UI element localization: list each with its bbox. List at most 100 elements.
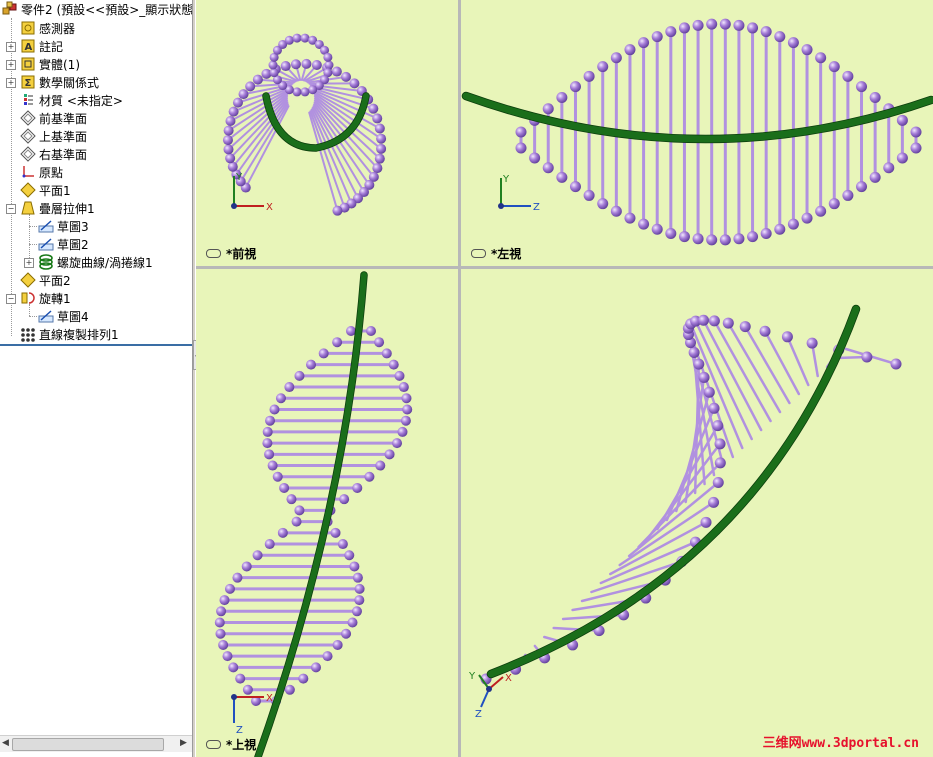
- left-view-model[interactable]: ZY: [461, 0, 933, 266]
- sphere: [714, 457, 726, 469]
- sphere: [542, 162, 554, 174]
- sphere: [216, 606, 227, 617]
- front-view-model[interactable]: XY: [196, 0, 458, 266]
- tree-item-annotations[interactable]: A 註記: [20, 37, 63, 55]
- sphere: [374, 123, 385, 134]
- sphere: [583, 70, 595, 82]
- sphere: [284, 684, 295, 695]
- triad-origin: [498, 203, 504, 209]
- sphere: [215, 628, 226, 639]
- plane-icon: [20, 110, 36, 126]
- plane-icon: [20, 146, 36, 162]
- sphere: [733, 233, 745, 245]
- linear-pattern-icon: [20, 326, 36, 342]
- sphere: [678, 22, 690, 34]
- tree-item-right-plane[interactable]: 右基準面: [20, 145, 87, 163]
- expand-toggle[interactable]: +: [6, 60, 16, 70]
- rollback-bar[interactable]: [0, 344, 192, 346]
- sphere: [262, 426, 273, 437]
- tree-item-label: 註記: [39, 39, 64, 54]
- viewport-isometric[interactable]: Y X Z: [461, 269, 933, 757]
- tree-item-helix1[interactable]: 螺旋曲線/渦捲線1: [38, 253, 153, 271]
- sphere: [815, 52, 827, 64]
- rod: [763, 329, 801, 396]
- tree-item-sketch3[interactable]: 草圖3: [38, 217, 89, 235]
- expand-toggle[interactable]: +: [6, 42, 16, 52]
- sphere: [292, 33, 302, 43]
- viewport-left[interactable]: ZY *左視: [461, 0, 933, 266]
- top-view-model[interactable]: XZ: [196, 269, 458, 757]
- isometric-view-model[interactable]: Y X Z: [461, 269, 933, 757]
- panel-splitter[interactable]: [193, 0, 195, 757]
- tree-item-origin[interactable]: 原點: [20, 163, 63, 181]
- tree-root-part[interactable]: 零件2 (預設<<預設>_顯示狀態: [2, 0, 192, 18]
- tree-item-label: 平面1: [39, 183, 71, 198]
- sphere: [332, 639, 343, 650]
- axis-z-label: Z: [236, 725, 243, 736]
- axis-x-label: X: [266, 202, 273, 213]
- sphere: [869, 92, 881, 104]
- rod: [609, 521, 708, 576]
- viewport-divider-horizontal[interactable]: [196, 266, 933, 269]
- expand-toggle[interactable]: +: [24, 258, 34, 268]
- view-label-front: *前視: [206, 245, 256, 262]
- tree-item-label: 旋轉1: [39, 291, 71, 306]
- view-name: *上視: [226, 738, 257, 752]
- tree-item-label: 草圖2: [57, 237, 89, 252]
- sphere: [318, 348, 329, 359]
- tree-item-plane2[interactable]: 平面2: [20, 271, 71, 289]
- sphere: [372, 113, 383, 124]
- collapse-toggle[interactable]: −: [6, 204, 16, 214]
- expand-toggle[interactable]: +: [6, 78, 16, 88]
- sphere: [688, 347, 700, 359]
- sphere: [262, 438, 273, 449]
- viewport-top[interactable]: XZ *上視: [196, 269, 458, 757]
- tree-item-sensors[interactable]: 感測器: [20, 19, 75, 37]
- sphere: [624, 212, 636, 224]
- tree-item-front-plane[interactable]: 前基準面: [20, 109, 87, 127]
- sphere: [610, 52, 622, 64]
- equations-icon: Σ: [20, 74, 36, 90]
- rod: [713, 319, 772, 423]
- tree-item-loft1[interactable]: 疊層拉伸1: [20, 199, 95, 217]
- sphere: [301, 58, 312, 69]
- tree-item-material[interactable]: 材質 <未指定>: [20, 91, 123, 109]
- tree-horizontal-scrollbar[interactable]: ◀ ▶: [0, 735, 192, 752]
- sphere: [374, 337, 385, 348]
- tree-item-plane1[interactable]: 平面1: [20, 181, 71, 199]
- helix-curve: [255, 272, 367, 757]
- sphere: [698, 314, 710, 326]
- sphere: [245, 81, 256, 92]
- sphere: [651, 31, 663, 43]
- tree-item-linear-pattern1[interactable]: 直線複製排列1: [20, 325, 119, 343]
- scroll-right-arrow-icon[interactable]: ▶: [180, 738, 187, 748]
- tree-item-top-plane[interactable]: 上基準面: [20, 127, 87, 145]
- sphere: [228, 662, 239, 673]
- sphere: [269, 68, 279, 78]
- tree-item-equations[interactable]: Σ 數學關係式: [20, 73, 99, 91]
- sphere: [310, 662, 321, 673]
- collapse-toggle[interactable]: −: [6, 294, 16, 304]
- scroll-left-arrow-icon[interactable]: ◀: [2, 738, 9, 748]
- sphere: [300, 33, 310, 43]
- tree-item-revolve1[interactable]: 旋轉1: [20, 289, 71, 307]
- sphere: [712, 420, 724, 432]
- sphere: [381, 348, 392, 359]
- scrollbar-thumb[interactable]: [12, 738, 164, 751]
- link-views-icon[interactable]: [471, 249, 486, 258]
- plane-icon: [20, 272, 36, 288]
- sphere: [583, 189, 595, 201]
- sphere: [241, 561, 252, 572]
- tree-item-sketch4[interactable]: 草圖4: [38, 307, 89, 325]
- sphere: [896, 152, 908, 164]
- tree-item-solid-bodies[interactable]: 實體(1): [20, 55, 80, 73]
- tree-item-sketch2[interactable]: 草圖2: [38, 235, 89, 253]
- viewport-divider-vertical[interactable]: [458, 0, 461, 757]
- view-label-left: *左視: [471, 245, 521, 262]
- link-views-icon[interactable]: [206, 249, 221, 258]
- link-views-icon[interactable]: [206, 740, 221, 749]
- viewport-front[interactable]: XY *前視: [196, 0, 458, 266]
- sphere: [842, 189, 854, 201]
- sphere: [346, 326, 356, 336]
- sphere: [252, 550, 263, 561]
